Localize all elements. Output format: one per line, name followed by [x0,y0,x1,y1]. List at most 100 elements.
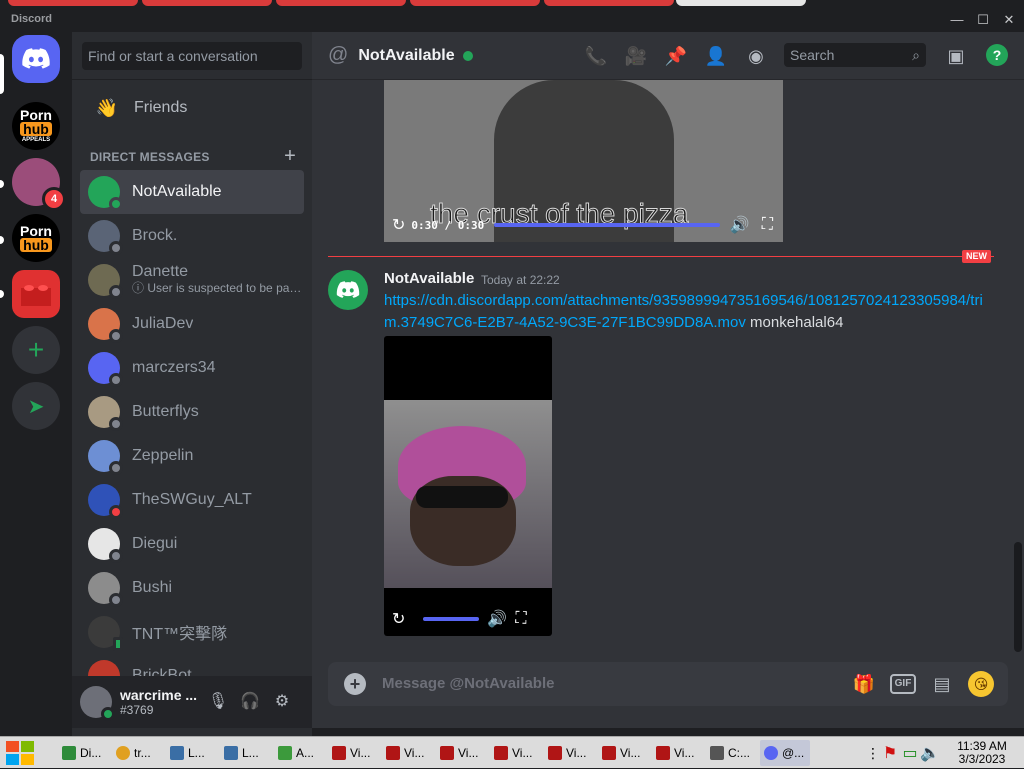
video-controls: ↻ 0:30 / 0:30 🔊 ⛶ [384,208,783,242]
chat-scrollbar[interactable] [1014,542,1022,652]
dm-item-zeppelin[interactable]: Zeppelin [80,434,304,478]
server-porn-hub-appeals[interactable]: Porn hub APPEALS [12,102,60,150]
video-call-icon[interactable]: 🎥 [624,44,648,68]
taskbar-item[interactable]: A... [274,740,324,766]
header-search-input[interactable]: Search ⌕ [784,43,926,67]
user-panel: warcrime ... #3769 🎙 🎧 ⚙ [72,676,312,728]
headphones-icon[interactable]: 🎧 [234,686,266,718]
volume-icon[interactable]: 🔈 [920,743,940,763]
add-friend-icon[interactable]: 👤 [704,44,728,68]
dm-item-bushi[interactable]: Bushi [80,566,304,610]
profile-icon[interactable]: ◉ [744,44,768,68]
app-icon [602,745,616,760]
dm-item-danette[interactable]: Danette ⓘ User is suspected to be par... [80,258,304,302]
overflow-icon[interactable]: ⋮ [866,745,880,762]
maximize-button[interactable]: ☐ [972,11,994,29]
dm-item-brock[interactable]: Brock. [80,214,304,258]
network-icon[interactable]: ▭ [900,743,920,763]
fullscreen-icon[interactable]: ⛶ [762,216,773,234]
taskbar-item[interactable]: tr... [112,740,162,766]
clock[interactable]: 11:39 AM 3/3/2023 [940,740,1024,766]
emoji-picker-icon[interactable]: 😘 [968,671,994,697]
server-label: hub [20,238,52,252]
message-input[interactable]: Message @NotAvailable [382,676,838,691]
replay-icon[interactable]: ↻ [392,609,405,629]
taskbar-item[interactable]: Vi... [328,740,378,766]
help-icon[interactable]: ? [986,44,1008,66]
dm-name: Danette [132,264,189,280]
home-button[interactable] [12,35,60,83]
inbox-icon[interactable]: ▣ [944,44,968,68]
gif-button[interactable]: GIF [890,674,916,694]
status-offline-icon [109,285,123,299]
attachment-link[interactable]: https://cdn.discordapp.com/attachments/9… [384,292,983,331]
dm-warning: ⓘ User is suspected to be par... [132,281,302,295]
volume-icon[interactable]: 🔊 [487,609,507,629]
dm-item-butterflys[interactable]: Butterflys [80,390,304,434]
server-label: Porn [20,107,52,123]
create-dm-button[interactable]: + [284,145,296,168]
background-tab [276,0,406,6]
taskbar-item[interactable]: Vi... [544,740,594,766]
settings-gear-icon[interactable]: ⚙ [266,686,298,718]
dm-name: Zeppelin [132,447,194,464]
dm-item-diegui[interactable]: Diegui [80,522,304,566]
taskbar-item[interactable]: L... [166,740,216,766]
taskbar-item-discord[interactable]: @... [760,739,810,766]
explore-servers-button[interactable]: ➤ [12,382,60,430]
taskbar-item[interactable]: L... [220,740,270,766]
taskbar-item[interactable]: C:... [706,740,756,766]
dm-header: DIRECT MESSAGES + [90,145,296,167]
fullscreen-icon[interactable]: ⛶ [515,610,526,628]
friends-label: Friends [134,99,188,116]
channel-title: NotAvailable [358,46,455,64]
dm-item-juliadev[interactable]: JuliaDev [80,302,304,346]
replay-icon[interactable]: ↻ [392,215,405,235]
phone-call-icon[interactable]: 📞 [584,44,608,68]
dm-item-notavailable[interactable]: NotAvailable [80,170,304,214]
server-red-block[interactable] [12,270,60,318]
dm-item-tnt[interactable]: TNT™突擊隊 [80,610,304,654]
start-button[interactable] [0,737,40,769]
attach-plus-icon[interactable]: + [344,673,366,695]
taskbar-label: A... [296,745,315,760]
taskbar-item[interactable]: Vi... [490,740,540,766]
user-avatar[interactable] [80,686,115,721]
taskbar-item[interactable]: Vi... [598,740,648,766]
chrome-icon [116,745,130,760]
taskbar-label: Vi... [674,745,695,760]
sticker-icon[interactable]: ▤ [928,670,956,698]
dm-header-label: DIRECT MESSAGES [90,150,210,164]
windows-taskbar: Di... tr... L... L... A... Vi... Vi... V… [0,736,1024,768]
taskbar-item[interactable]: Vi... [436,740,486,766]
taskbar-item[interactable]: Di... [58,740,108,766]
video-attachment[interactable]: ↻ 🔊 ⛶ [384,336,552,636]
flag-icon[interactable]: ⚑ [880,743,900,763]
volume-slider[interactable] [423,617,480,621]
message-avatar[interactable] [328,270,368,310]
find-conversation-input[interactable]: Find or start a conversation [82,42,302,70]
gift-icon[interactable]: 🎁 [850,670,878,698]
minimize-button[interactable]: — [946,11,968,29]
app-icon [548,745,562,760]
dm-item-marczers34[interactable]: marczers34 [80,346,304,390]
taskbar-item[interactable]: Vi... [382,740,432,766]
close-button[interactable]: ✕ [998,11,1020,29]
video-attachment[interactable]: the crust of the pizza ↻ 0:30 / 0:30 🔊 ⛶ [384,80,783,242]
video-time: 0:30 / 0:30 [411,218,485,232]
video-controls: ↻ 🔊 ⛶ [384,602,552,636]
avatar [88,484,123,519]
user-info[interactable]: warcrime ... #3769 [120,687,202,717]
microphone-icon[interactable]: 🎙 [202,686,234,718]
dm-item-theswguy-alt[interactable]: TheSWGuy_ALT [80,478,304,522]
taskbar-item[interactable]: Vi... [652,740,702,766]
chat-area: @ NotAvailable 📞 🎥 📌 👤 ◉ Search ⌕ ▣ ? th… [312,32,1024,728]
pin-icon[interactable]: 📌 [664,44,688,68]
message-author[interactable]: NotAvailable [384,270,474,287]
server-porn-hub[interactable]: Porn hub [12,214,60,262]
video-progress-bar[interactable] [494,223,720,227]
taskbar-label: tr... [134,745,151,760]
add-server-button[interactable]: + [12,326,60,374]
volume-icon[interactable]: 🔊 [730,215,750,235]
friends-button[interactable]: 👋 Friends [80,87,304,129]
